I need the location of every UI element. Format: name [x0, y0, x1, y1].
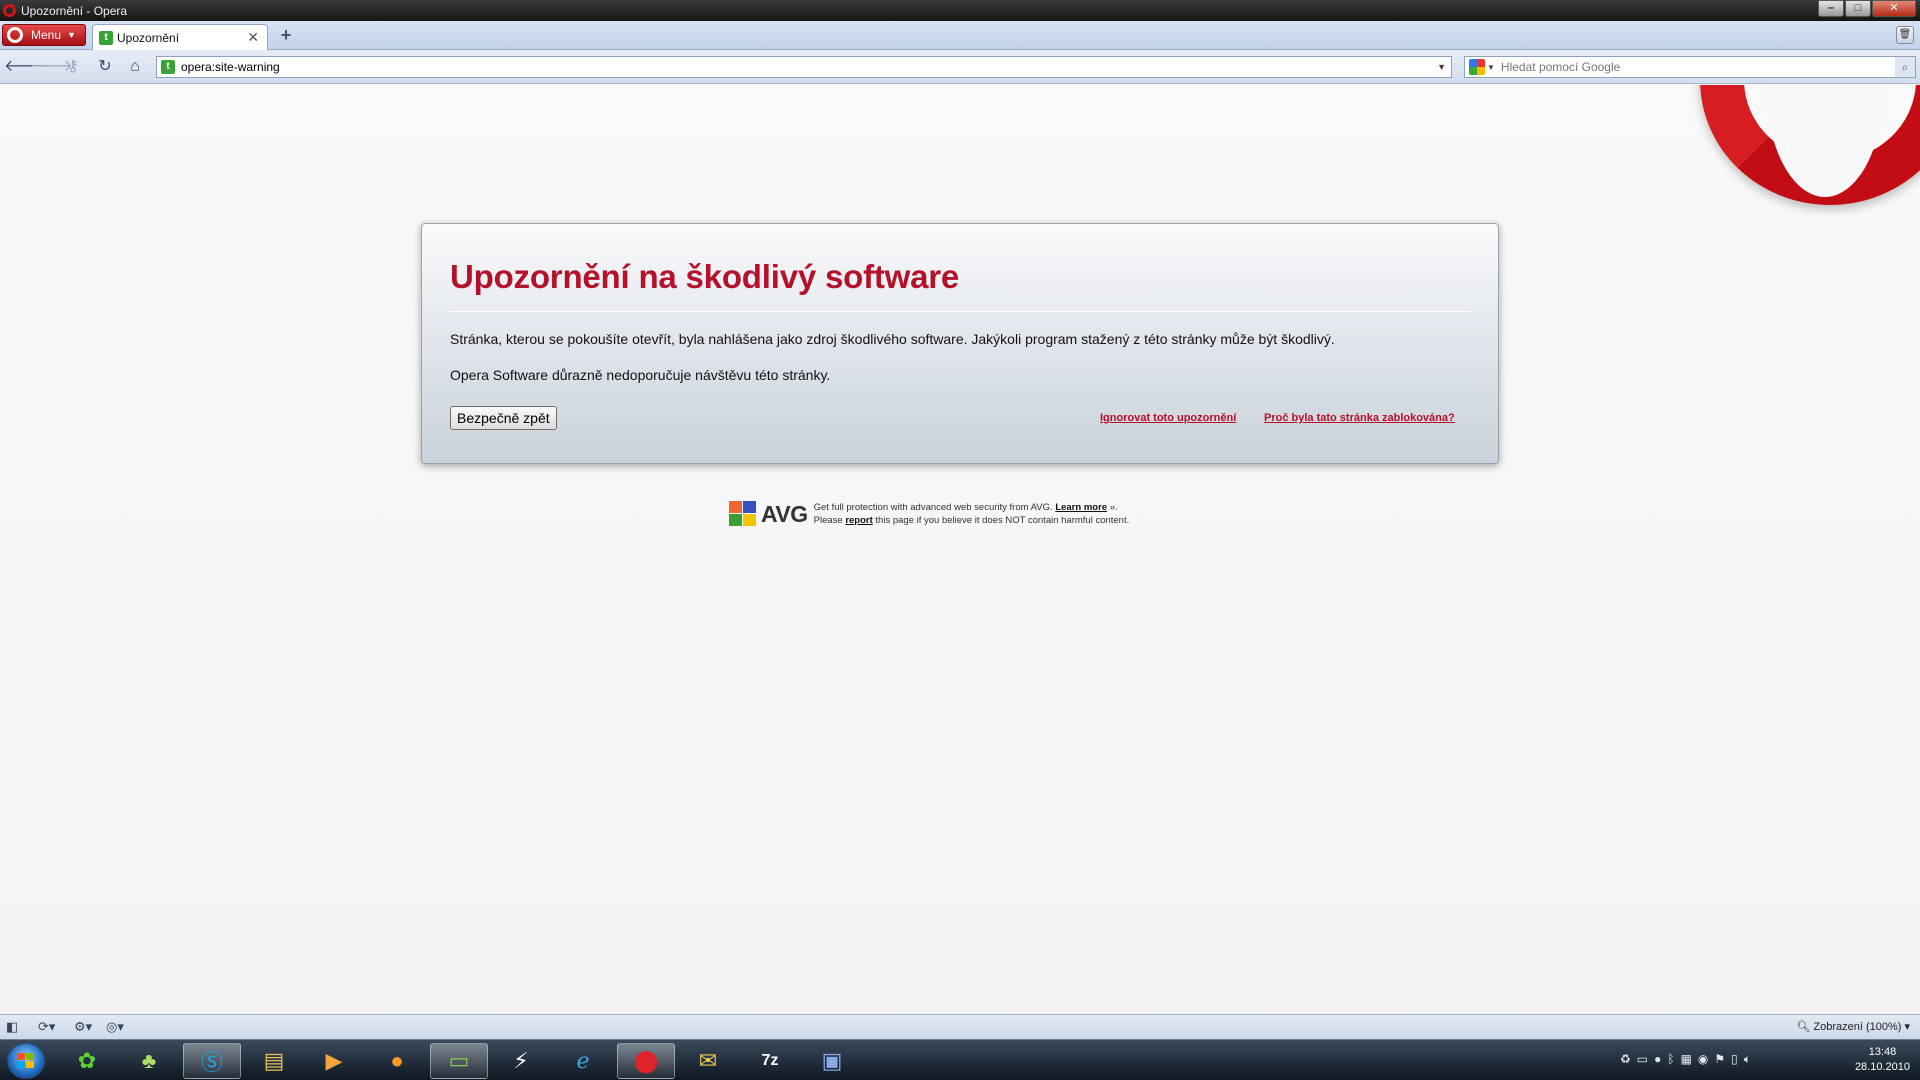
- close-tab-icon[interactable]: ✕: [247, 29, 259, 46]
- tray-network-app-icon[interactable]: ▦: [1681, 1052, 1692, 1067]
- navigation-bar: 🡐 🡒 ⚷ ↻ ⌂ t opera:site-warning ▼ ▼ Hleda…: [0, 50, 1920, 84]
- site-favicon-icon: t: [161, 60, 175, 74]
- zoom-control[interactable]: 🔍︎ Zobrazení (100%) ▾: [1796, 1020, 1910, 1033]
- warning-paragraph-2: Opera Software důrazně nedoporučuje návš…: [450, 367, 831, 383]
- avg-line2-start: Please: [813, 515, 846, 526]
- avg-line1-end: ».: [1107, 502, 1118, 513]
- avg-text: Get full protection with advanced web se…: [814, 501, 1130, 527]
- opera-logo-icon: [3, 4, 16, 17]
- address-url: opera:site-warning: [181, 60, 280, 74]
- clock-time: 13:48: [1868, 1046, 1897, 1058]
- chevron-down-icon: ▼: [67, 30, 76, 40]
- internet-explorer-icon[interactable]: ℯ: [554, 1043, 612, 1079]
- sync-icon[interactable]: ⟳▾: [38, 1019, 55, 1035]
- clock-date: 28.10.2010: [1854, 1061, 1910, 1073]
- windows-flag-icon: [17, 1053, 35, 1069]
- avg-logo-icon: [729, 501, 757, 527]
- avg-brand: AVG: [761, 500, 808, 527]
- why-blocked-link[interactable]: Proč byla tato stránka zablokována?: [1264, 412, 1455, 424]
- orange-app-icon[interactable]: ●: [368, 1043, 426, 1079]
- tray-network-icon[interactable]: ▯: [1731, 1052, 1738, 1067]
- search-placeholder: Hledat pomocí Google: [1500, 60, 1621, 74]
- maximize-button[interactable]: □: [1845, 0, 1871, 17]
- window-titlebar: Upozornění - Opera – □ ✕: [0, 0, 1920, 21]
- window-title: Upozornění - Opera: [21, 3, 128, 18]
- tab-label: Upozornění: [117, 30, 180, 45]
- media-player-icon[interactable]: ▶: [305, 1043, 363, 1079]
- learn-more-link[interactable]: Learn more: [1055, 502, 1107, 513]
- tab-upozorneni[interactable]: t Upozornění ✕: [92, 24, 268, 50]
- unite-icon[interactable]: ⚙▾: [74, 1019, 92, 1035]
- divider: [450, 311, 1470, 312]
- save-disk-icon[interactable]: ▣: [803, 1043, 861, 1079]
- green-app-icon[interactable]: ▭: [430, 1043, 488, 1079]
- reload-icon[interactable]: ↻: [94, 57, 116, 77]
- skype-icon[interactable]: Ⓢ: [183, 1043, 241, 1079]
- mail-icon[interactable]: ✉: [679, 1043, 737, 1079]
- new-tab-button[interactable]: +: [277, 26, 295, 45]
- tray-volume-icon[interactable]: 🔈︎: [1744, 1052, 1751, 1067]
- minimize-button[interactable]: –: [1818, 0, 1844, 17]
- zoom-label: Zobrazení (100%): [1813, 1021, 1902, 1033]
- back-arrow-icon[interactable]: 🡐: [4, 57, 47, 77]
- avg-line1: Get full protection with advanced web se…: [813, 502, 1053, 513]
- google-engine-icon[interactable]: [1469, 59, 1485, 75]
- menu-label: Menu: [31, 28, 62, 42]
- page-content: Upozornění na škodlivý software Stránka,…: [0, 85, 1920, 1014]
- ignore-warning-link[interactable]: Ignorovat toto upozornění: [1100, 412, 1236, 424]
- app-icon[interactable]: ♣: [120, 1043, 178, 1079]
- tray-monitor-icon[interactable]: ▭: [1637, 1052, 1648, 1067]
- tab-bar: Menu ▼ t Upozornění ✕ + 🗑: [0, 21, 1920, 50]
- tray-orange-icon[interactable]: ◉: [1698, 1052, 1708, 1067]
- avg-line2-end: this page if you believe it does NOT con…: [872, 515, 1130, 526]
- tab-favicon-icon: t: [99, 30, 113, 45]
- address-dropdown-icon[interactable]: ▼: [1437, 62, 1446, 72]
- opera-o-icon: [7, 27, 23, 43]
- key-icon[interactable]: ⚷: [62, 57, 84, 77]
- opera-menu-button[interactable]: Menu ▼: [2, 24, 86, 46]
- forward-arrow-icon[interactable]: 🡒: [30, 57, 73, 77]
- icq-icon[interactable]: ✿: [58, 1043, 116, 1079]
- windows-taskbar: ✿ ♣ Ⓢ ▤ ▶ ● ▭ ⚡ ℯ ⬤ ✉ 7z ▣ ♻ ▭ ● ᛒ ▦ ◉ ⚑…: [0, 1039, 1920, 1080]
- tray-flag-icon[interactable]: ⚑: [1714, 1052, 1725, 1067]
- search-icon[interactable]: ⌕: [1895, 57, 1915, 77]
- search-field[interactable]: ▼ Hledat pomocí Google ⌕: [1464, 56, 1916, 78]
- explorer-folder-icon[interactable]: ▤: [245, 1043, 303, 1079]
- tray-green-icon[interactable]: ●: [1654, 1052, 1661, 1067]
- home-icon[interactable]: ⌂: [124, 57, 146, 77]
- tool-app-icon[interactable]: ⚡: [492, 1043, 550, 1079]
- closed-tabs-trash-icon[interactable]: 🗑: [1896, 26, 1914, 44]
- opera-taskbar-icon[interactable]: ⬤: [617, 1043, 675, 1079]
- taskbar-clock[interactable]: 13:48 28.10.2010: [1855, 1045, 1910, 1075]
- system-tray: ♻ ▭ ● ᛒ ▦ ◉ ⚑ ▯ 🔈︎: [1620, 1052, 1751, 1067]
- address-field[interactable]: t opera:site-warning ▼: [156, 56, 1452, 78]
- turbo-icon[interactable]: ◎▾: [106, 1019, 124, 1035]
- warning-paragraph-1: Stránka, kterou se pokoušíte otevřít, by…: [450, 331, 1335, 347]
- tray-recycle-icon[interactable]: ♻: [1620, 1052, 1631, 1067]
- status-bar: ◧ ⟳▾ ⚙▾ ◎▾ 🔍︎ Zobrazení (100%) ▾: [0, 1014, 1920, 1039]
- panel-toggle-icon[interactable]: ◧: [6, 1019, 18, 1035]
- warning-title: Upozornění na škodlivý software: [450, 258, 960, 295]
- 7zip-icon[interactable]: 7z: [741, 1043, 799, 1079]
- close-window-button[interactable]: ✕: [1872, 0, 1916, 17]
- safe-back-button[interactable]: Bezpečně zpět: [450, 406, 557, 430]
- engine-dropdown-icon[interactable]: ▼: [1487, 63, 1495, 72]
- tray-bluetooth-icon[interactable]: ᛒ: [1667, 1052, 1674, 1067]
- report-link[interactable]: report: [845, 515, 872, 526]
- avg-notice: AVG Get full protection with advanced we…: [729, 499, 1129, 529]
- warning-panel: Upozornění na škodlivý software Stránka,…: [421, 223, 1499, 464]
- window-controls: – □ ✕: [1817, 0, 1916, 17]
